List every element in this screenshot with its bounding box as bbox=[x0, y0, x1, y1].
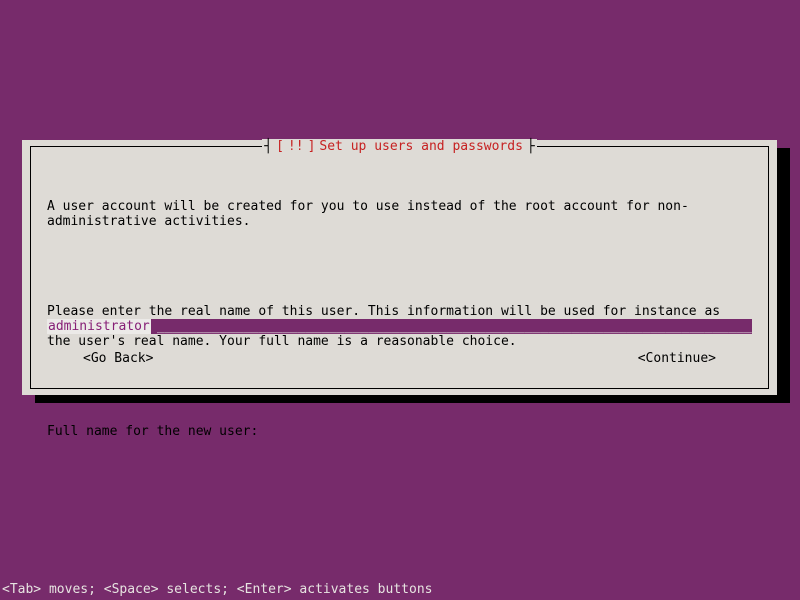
fullname-input-fill: ________________________________________… bbox=[157, 319, 752, 334]
dialog-title: ┤ [!!] Set up users and passwords ├ bbox=[31, 139, 768, 154]
spacer bbox=[47, 259, 752, 274]
title-deco-right: ├ bbox=[525, 139, 537, 154]
body-para1: A user account will be created for you t… bbox=[47, 199, 752, 229]
dialog-border: ┤ [!!] Set up users and passwords ├ A us… bbox=[30, 146, 769, 389]
spacer bbox=[47, 379, 752, 394]
continue-button[interactable]: <Continue> bbox=[638, 351, 752, 366]
body-prompt: Full name for the new user: bbox=[47, 424, 752, 439]
title-mark-open: [ bbox=[274, 139, 286, 154]
title-bang: !! bbox=[286, 139, 306, 154]
nav-row: <Go Back> <Continue> bbox=[47, 351, 752, 366]
footer-hint: <Tab> moves; <Space> selects; <Enter> ac… bbox=[0, 582, 800, 597]
title-text: Set up users and passwords bbox=[317, 139, 525, 154]
dialog: ┤ [!!] Set up users and passwords ├ A us… bbox=[22, 140, 777, 395]
title-mark-close: ] bbox=[306, 139, 318, 154]
fullname-input-value: administrator bbox=[47, 319, 151, 334]
go-back-button[interactable]: <Go Back> bbox=[47, 351, 153, 366]
fullname-input[interactable]: administrator __________________________… bbox=[47, 319, 752, 334]
title-deco-left: ┤ bbox=[262, 139, 274, 154]
